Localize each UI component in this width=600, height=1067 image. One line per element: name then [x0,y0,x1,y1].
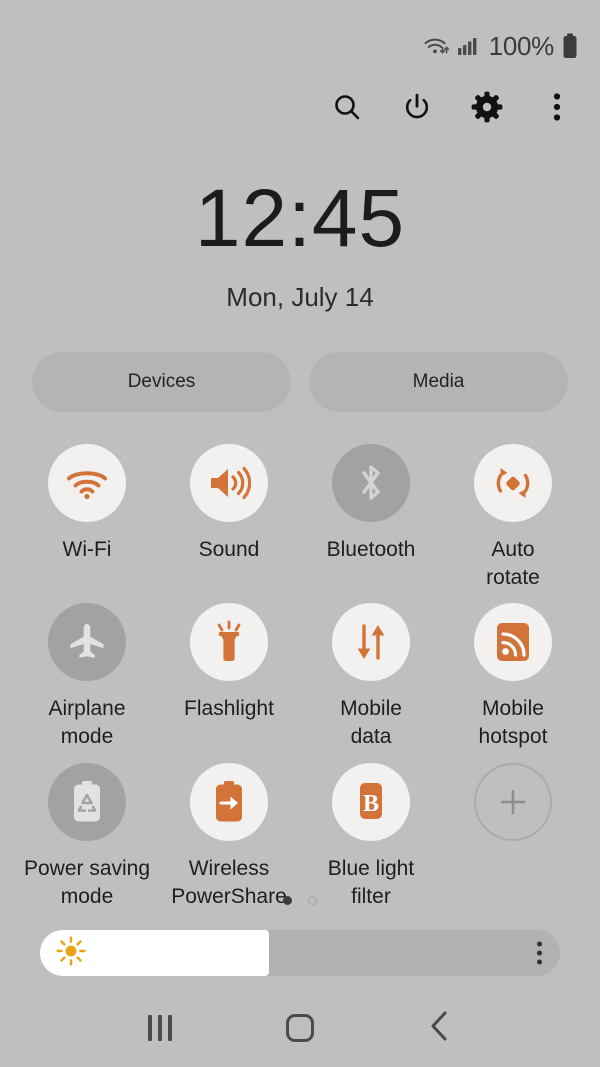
plus-icon [474,762,552,841]
tile-label: Wi-Fi [62,538,112,561]
tile-wireless-powershare[interactable]: Wireless PowerShare [158,762,300,910]
airplane-icon [48,603,126,682]
tile-label: Sound [198,538,260,561]
sound-icon [190,444,268,522]
tile-power-saving-mode[interactable]: Power saving mode [16,762,158,910]
status-bar: 100% [0,0,600,92]
tile-label: Mobile data [340,697,402,749]
blue-light-filter-icon: B [332,762,410,841]
flashlight-icon [190,603,268,682]
media-button[interactable]: Media [309,352,568,412]
bluetooth-icon [332,444,410,522]
tile-sound[interactable]: Sound [158,444,300,591]
wifi-data-icon [423,34,451,58]
recents-icon [148,1015,172,1041]
more-vertical-icon[interactable] [540,90,574,124]
tile-label: Flashlight [184,697,274,721]
svg-text:B: B [363,791,379,817]
tile-auto-rotate[interactable]: Auto rotate [442,444,584,591]
mobile-hotspot-icon [474,603,552,682]
quick-settings-tiles: Wi-Fi Sound Bluetooth Auto rotate Airpla… [16,444,584,910]
navigation-bar [0,989,600,1067]
tile-mobile-hotspot[interactable]: Mobile hotspot [442,603,584,750]
tile-blue-light-filter[interactable]: B Blue light filter [300,762,442,910]
brightness-slider-fill [40,930,269,976]
cellular-signal-icon [457,35,479,57]
wifi-icon [48,444,126,522]
page-dot-1[interactable] [283,896,292,905]
home-button[interactable] [276,1004,324,1052]
tile-label: Mobile hotspot [478,697,548,749]
tile-flashlight[interactable]: Flashlight [158,603,300,750]
page-dot-2[interactable] [308,896,317,905]
mobile-data-icon [332,603,410,682]
wireless-powershare-icon [190,762,268,841]
clock-time[interactable]: 12:45 [0,178,600,260]
power-saving-icon [48,762,126,841]
tile-mobile-data[interactable]: Mobile data [300,603,442,750]
tile-label: Bluetooth [326,538,416,561]
gear-icon[interactable] [470,90,504,124]
search-icon[interactable] [330,90,364,124]
tile-add-button[interactable] [442,762,584,910]
devices-button[interactable]: Devices [32,352,291,412]
tile-bluetooth[interactable]: Bluetooth [300,444,442,591]
tile-wifi[interactable]: Wi-Fi [16,444,158,591]
brightness-more-vertical-icon[interactable] [537,941,542,965]
battery-percentage: 100% [488,30,555,61]
clock-block: 12:45 Mon, July 14 [0,178,600,313]
home-icon [286,1014,314,1042]
battery-full-icon [562,33,578,59]
tile-label: Airplane mode [48,697,126,749]
brightness-sun-icon [56,935,86,971]
recents-button[interactable] [136,1004,184,1052]
tile-airplane-mode[interactable]: Airplane mode [16,603,158,750]
brightness-slider[interactable] [40,930,560,976]
header-icon-row [330,90,574,124]
back-button[interactable] [416,1004,464,1052]
page-indicator [0,896,600,905]
clock-date[interactable]: Mon, July 14 [0,282,600,313]
devices-media-row: Devices Media [32,352,568,412]
tile-label: Auto rotate [486,538,540,589]
power-icon[interactable] [400,90,434,124]
back-icon [427,1010,453,1047]
quick-settings-panel: 100% 12:45 Mon, July 14 Devices Media Wi… [0,0,600,1067]
auto-rotate-icon [474,444,552,522]
